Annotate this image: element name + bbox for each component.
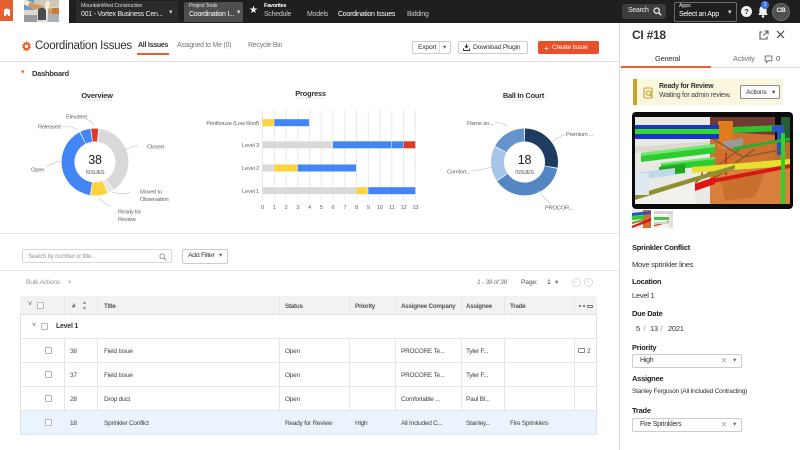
svg-text:Ball In Court: Ball In Court xyxy=(503,91,545,100)
svg-text:Level 2: Level 2 xyxy=(242,166,259,172)
svg-text:Review: Review xyxy=(118,217,137,223)
svg-text:Ready for: Ready for xyxy=(118,210,141,216)
svg-text:38: 38 xyxy=(88,153,102,167)
svg-text:3: 3 xyxy=(296,205,299,211)
svg-text:2: 2 xyxy=(285,205,288,211)
svg-text:Level 1: Level 1 xyxy=(242,189,259,195)
svg-text:4: 4 xyxy=(308,205,312,211)
svg-text:1: 1 xyxy=(273,205,276,211)
svg-text:13: 13 xyxy=(412,205,418,211)
svg-text:PROCOR...: PROCOR... xyxy=(545,206,574,212)
svg-text:Penthouse (Low Roof): Penthouse (Low Roof) xyxy=(206,121,259,127)
svg-text:Progress: Progress xyxy=(295,89,326,98)
svg-text:Moved to: Moved to xyxy=(140,190,162,196)
svg-text:9: 9 xyxy=(367,205,370,211)
svg-text:12: 12 xyxy=(401,205,407,211)
svg-text:Observation: Observation xyxy=(140,197,169,203)
svg-text:Level 3: Level 3 xyxy=(242,143,259,149)
svg-text:Open: Open xyxy=(31,168,44,174)
svg-text:10: 10 xyxy=(377,205,383,211)
svg-text:ISSUES: ISSUES xyxy=(86,170,105,176)
svg-text:Comfort...: Comfort... xyxy=(447,170,471,176)
svg-text:Overview: Overview xyxy=(81,91,113,100)
svg-text:Closed: Closed xyxy=(147,145,164,151)
svg-text:Elevated: Elevated xyxy=(66,115,87,121)
svg-text:6: 6 xyxy=(332,205,335,211)
svg-text:7: 7 xyxy=(343,205,346,211)
svg-text:ISSUES: ISSUES xyxy=(515,170,534,176)
svg-text:0: 0 xyxy=(261,205,264,211)
svg-text:Premium ...: Premium ... xyxy=(566,132,594,138)
svg-text:5: 5 xyxy=(320,205,323,211)
svg-text:8: 8 xyxy=(355,205,358,211)
svg-text:11: 11 xyxy=(389,205,395,211)
svg-text:Flame an...: Flame an... xyxy=(467,121,494,127)
svg-text:Released: Released xyxy=(38,125,61,131)
svg-text:18: 18 xyxy=(518,153,532,167)
